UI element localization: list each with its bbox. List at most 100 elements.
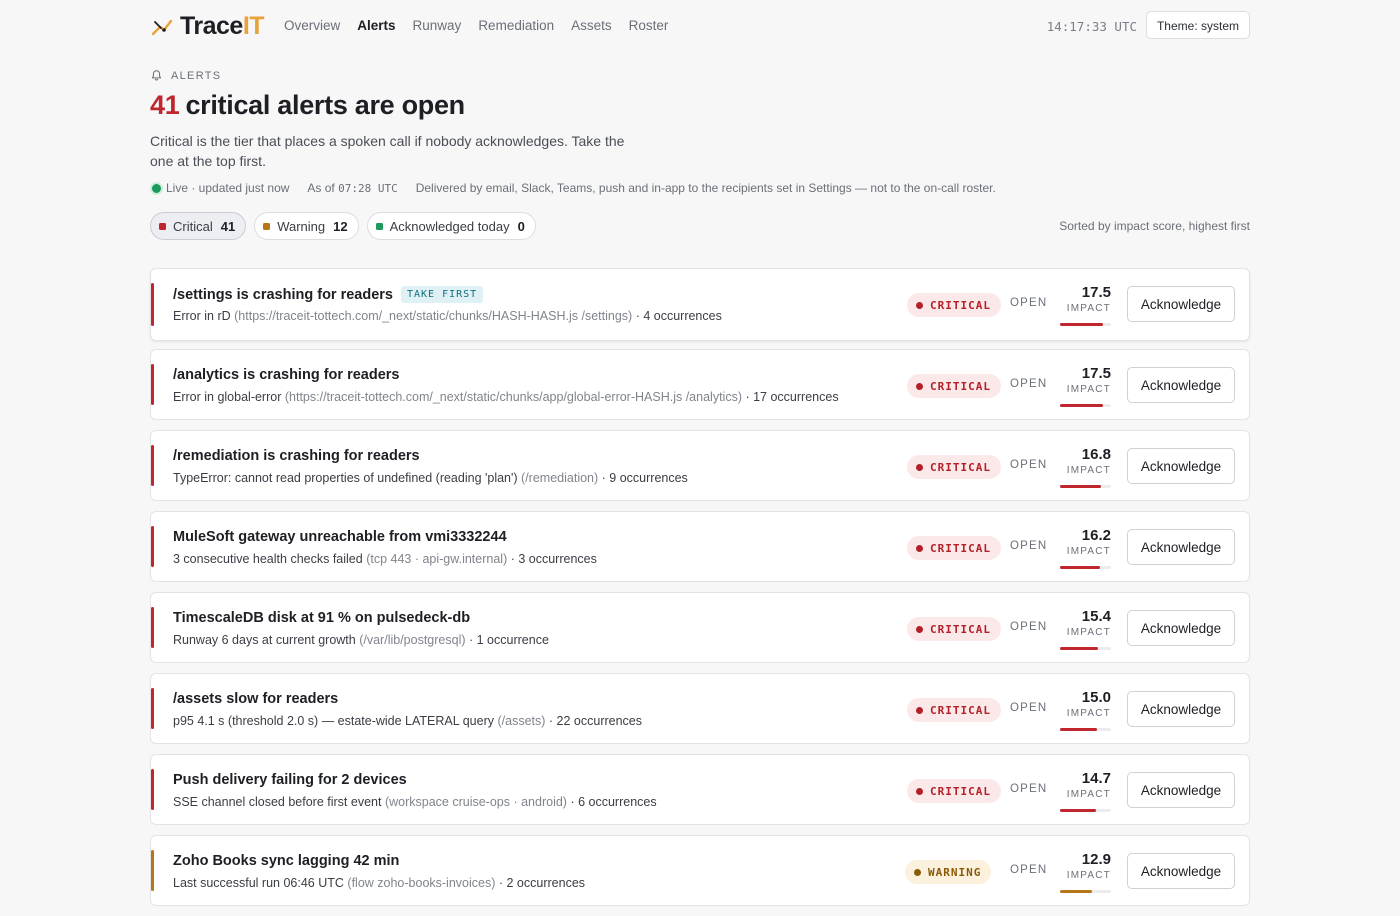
nav-item-assets[interactable]: Assets xyxy=(571,18,612,33)
alert-status: OPEN xyxy=(1010,621,1048,633)
impact-score-value: 16.2 xyxy=(1081,527,1111,544)
alert-occurrences: · 22 occurrences xyxy=(548,714,643,728)
impact-bar xyxy=(1060,404,1111,407)
alert-occurrences: · 17 occurrences xyxy=(745,390,839,404)
alert-title[interactable]: MuleSoft gateway unreachable from vmi333… xyxy=(173,529,507,545)
alert-title-row: MuleSoft gateway unreachable from vmi333… xyxy=(173,529,507,545)
alert-detail-context: (/var/lib/postgresql) xyxy=(359,633,466,647)
alert-detail-message: Error in rD xyxy=(173,309,231,323)
alert-title[interactable]: /settings is crashing for readers xyxy=(173,287,393,303)
alert-title-row: /remediation is crashing for readers xyxy=(173,448,420,464)
impact-bar-fill xyxy=(1060,728,1097,731)
alert-detail-context: (https://traceit-tottech.com/_next/stati… xyxy=(284,390,742,404)
impact-bar xyxy=(1060,566,1111,569)
alert-title-row: /assets slow for readers xyxy=(173,691,338,707)
acknowledge-button[interactable]: Acknowledge xyxy=(1127,286,1235,322)
acknowledge-button[interactable]: Acknowledge xyxy=(1127,529,1235,565)
nav-item-runway[interactable]: Runway xyxy=(413,18,462,33)
filter-chip-acknowledged-today[interactable]: Acknowledged today 0 xyxy=(366,212,536,240)
alert-detail-message: Last successful run 06:46 UTC xyxy=(173,876,344,890)
impact-score-label: IMPACT xyxy=(1066,708,1111,719)
top-bar: TraceIT Overview Alerts Runway Remediation A… xyxy=(150,0,1250,52)
nav-item-overview[interactable]: Overview xyxy=(284,18,340,33)
acknowledge-button[interactable]: Acknowledge xyxy=(1127,772,1235,808)
alert-title[interactable]: Zoho Books sync lagging 42 min xyxy=(173,853,399,869)
alert-row[interactable]: Zoho Books sync lagging 42 min Last succe… xyxy=(150,835,1250,906)
severity-filters: Critical 41 Warning 12 Acknowledged today 0 xyxy=(150,212,536,240)
impact-bar-fill xyxy=(1060,323,1103,326)
alert-occurrences: · 6 occurrences xyxy=(570,795,657,809)
severity-badge: CRITICAL xyxy=(907,698,1001,722)
alert-status: OPEN xyxy=(1010,540,1048,552)
nav-item-roster[interactable]: Roster xyxy=(629,18,669,33)
alert-row[interactable]: MuleSoft gateway unreachable from vmi333… xyxy=(150,511,1250,582)
filter-chip-warning[interactable]: Warning 12 xyxy=(254,212,359,240)
alert-occurrences: · 9 occurrences xyxy=(601,471,688,485)
eyebrow-label: ALERTS xyxy=(171,69,222,82)
live-status: Live · updated just now xyxy=(166,181,290,195)
delivery-note: Delivered by email, Slack, Teams, push a… xyxy=(415,181,996,195)
acknowledge-button[interactable]: Acknowledge xyxy=(1127,610,1235,646)
impact-bar-fill xyxy=(1060,566,1100,569)
nav-item-alerts[interactable]: Alerts xyxy=(357,18,395,33)
severity-dot-icon xyxy=(916,382,923,390)
alert-row[interactable]: /assets slow for readers p95 4.1 s (thres… xyxy=(150,673,1250,744)
alert-detail-message: 3 consecutive health checks failed xyxy=(173,552,363,566)
acknowledge-button[interactable]: Acknowledge xyxy=(1127,367,1235,403)
impact-bar-fill xyxy=(1060,809,1097,812)
impact-bar xyxy=(1060,323,1111,326)
alert-title[interactable]: /analytics is crashing for readers xyxy=(173,367,399,383)
page-description: Critical is the tier that places a spoke… xyxy=(150,133,625,169)
alert-detail: TypeError: cannot read properties of und… xyxy=(173,471,688,485)
alert-detail-message: Runway 6 days at current growth xyxy=(173,633,356,647)
alert-row[interactable]: TimescaleDB disk at 91 % on pulsedeck-db… xyxy=(150,592,1250,663)
alert-row[interactable]: /analytics is crashing for readers Error … xyxy=(150,349,1250,420)
nav-item-remediation[interactable]: Remediation xyxy=(478,18,554,33)
impact-bar-fill xyxy=(1060,647,1098,650)
severity-accent-bar xyxy=(151,283,154,326)
alert-detail-context: (/remediation) xyxy=(521,471,599,485)
severity-swatch-icon xyxy=(263,222,271,230)
severity-dot-icon xyxy=(916,301,923,309)
impact-score: 16.8 IMPACT xyxy=(1060,445,1112,488)
alert-detail: 3 consecutive health checks failed (tcp … xyxy=(173,552,597,566)
severity-label: CRITICAL xyxy=(930,622,991,636)
alert-title[interactable]: /assets slow for readers xyxy=(173,691,338,707)
acknowledge-button[interactable]: Acknowledge xyxy=(1127,853,1235,889)
severity-accent-bar xyxy=(151,526,154,567)
alert-title-row: Push delivery failing for 2 devices xyxy=(173,772,407,788)
alert-occurrences: · 4 occurrences xyxy=(635,309,722,323)
alert-row[interactable]: /settings is crashing for readers TAKE FI… xyxy=(150,268,1250,341)
alert-status: OPEN xyxy=(1010,378,1048,390)
alert-status: OPEN xyxy=(1010,702,1048,714)
impact-score-value: 14.7 xyxy=(1081,770,1111,787)
impact-bar xyxy=(1060,728,1111,731)
brand-name: TraceIT xyxy=(180,12,265,40)
impact-bar-fill xyxy=(1060,404,1103,407)
alert-title-row: /settings is crashing for readers TAKE FI… xyxy=(173,286,484,303)
acknowledge-button[interactable]: Acknowledge xyxy=(1127,448,1235,484)
impact-score-label: IMPACT xyxy=(1066,465,1111,476)
impact-score: 15.0 IMPACT xyxy=(1060,688,1112,731)
alert-title[interactable]: /remediation is crashing for readers xyxy=(173,448,420,464)
severity-accent-bar xyxy=(151,364,154,405)
alert-status: OPEN xyxy=(1010,297,1048,309)
filter-chip-critical[interactable]: Critical 41 xyxy=(150,212,247,240)
filter-chip-count: 0 xyxy=(517,218,525,234)
alert-title[interactable]: TimescaleDB disk at 91 % on pulsedeck-db xyxy=(173,610,470,626)
page-title: 41 critical alerts are open xyxy=(150,90,465,121)
severity-swatch-icon xyxy=(159,222,166,230)
theme-toggle-button[interactable]: Theme: system xyxy=(1145,11,1250,39)
alert-title-row: /analytics is crashing for readers xyxy=(173,367,399,383)
impact-bar-fill xyxy=(1060,485,1102,488)
alert-status: OPEN xyxy=(1010,864,1048,876)
acknowledge-button[interactable]: Acknowledge xyxy=(1127,691,1235,727)
impact-score-value: 12.9 xyxy=(1081,851,1111,868)
brand[interactable]: TraceIT xyxy=(150,12,265,41)
severity-label: CRITICAL xyxy=(930,541,991,555)
alert-row[interactable]: /remediation is crashing for readers Type… xyxy=(150,430,1250,501)
severity-badge: WARNING xyxy=(905,860,992,884)
impact-score: 17.5 IMPACT xyxy=(1060,364,1112,407)
alert-title[interactable]: Push delivery failing for 2 devices xyxy=(173,772,407,788)
alert-row[interactable]: Push delivery failing for 2 devices SSE c… xyxy=(150,754,1250,825)
